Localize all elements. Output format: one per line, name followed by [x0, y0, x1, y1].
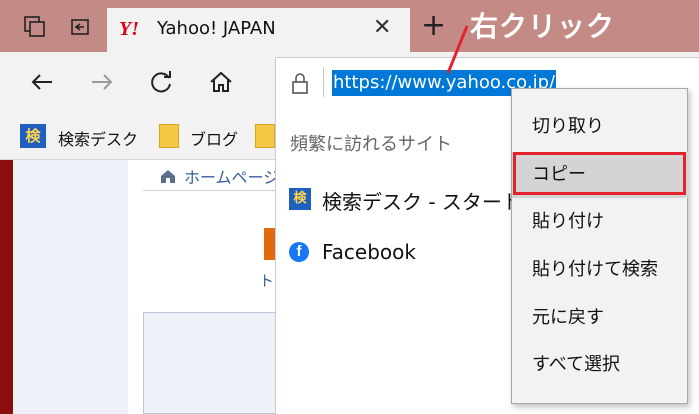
kensaku-desk-favicon-icon: 検 — [20, 124, 46, 148]
suggestion-kensaku-desk-start[interactable]: 検索デスク - スタート — [322, 186, 522, 215]
lock-icon[interactable] — [291, 72, 309, 94]
title-bar: Y! Yahoo! JAPAN ✕ + 右クリック — [0, 0, 699, 52]
home-icon — [161, 170, 175, 183]
favorite-blog-folder[interactable]: ブログ — [190, 126, 238, 150]
menu-item-undo[interactable]: 元に戻す — [512, 295, 689, 341]
refresh-icon[interactable] — [145, 66, 177, 98]
favorite-kensaku-desk[interactable]: 検索デスク — [58, 126, 138, 150]
tab-yahoo-japan[interactable]: Y! Yahoo! JAPAN ✕ — [107, 8, 410, 52]
show-tabs-icon[interactable] — [67, 14, 93, 40]
folder-icon — [159, 124, 179, 148]
context-menu: 切り取り コピー 貼り付け 貼り付けて検索 元に戻す すべて選択 — [511, 88, 689, 404]
folder-icon[interactable] — [255, 124, 275, 148]
menu-item-cut[interactable]: 切り取り — [512, 104, 689, 150]
tab-title: Yahoo! JAPAN — [157, 18, 276, 39]
tab-set-aside-icon[interactable] — [22, 14, 48, 40]
new-tab-button[interactable]: + — [421, 11, 446, 41]
menu-item-copy[interactable]: コピー — [512, 152, 689, 198]
page-content-box — [143, 312, 283, 414]
menu-item-paste-and-search[interactable]: 貼り付けて検索 — [512, 247, 689, 293]
page-left-column — [13, 160, 128, 414]
home-icon[interactable] — [205, 66, 237, 98]
frequent-sites-header: 頻繁に訪れるサイト — [290, 134, 452, 155]
facebook-icon: f — [289, 242, 309, 262]
yahoo-favicon-icon: Y! — [119, 18, 139, 40]
page-partial-text[interactable]: ト — [259, 270, 274, 291]
menu-item-select-all[interactable]: すべて選択 — [512, 342, 689, 388]
close-tab-icon[interactable]: ✕ — [373, 15, 391, 40]
right-click-annotation: 右クリック — [470, 10, 616, 43]
back-arrow-icon[interactable] — [26, 66, 58, 98]
menu-item-paste[interactable]: 貼り付け — [512, 199, 689, 245]
homepage-breadcrumb[interactable]: ホームページ — [184, 164, 279, 188]
divider — [143, 190, 283, 191]
divider — [323, 67, 324, 97]
suggestion-facebook[interactable]: Facebook — [322, 240, 416, 264]
kensaku-desk-favicon-icon: 検 — [289, 188, 311, 210]
forward-arrow-icon[interactable] — [86, 66, 118, 98]
